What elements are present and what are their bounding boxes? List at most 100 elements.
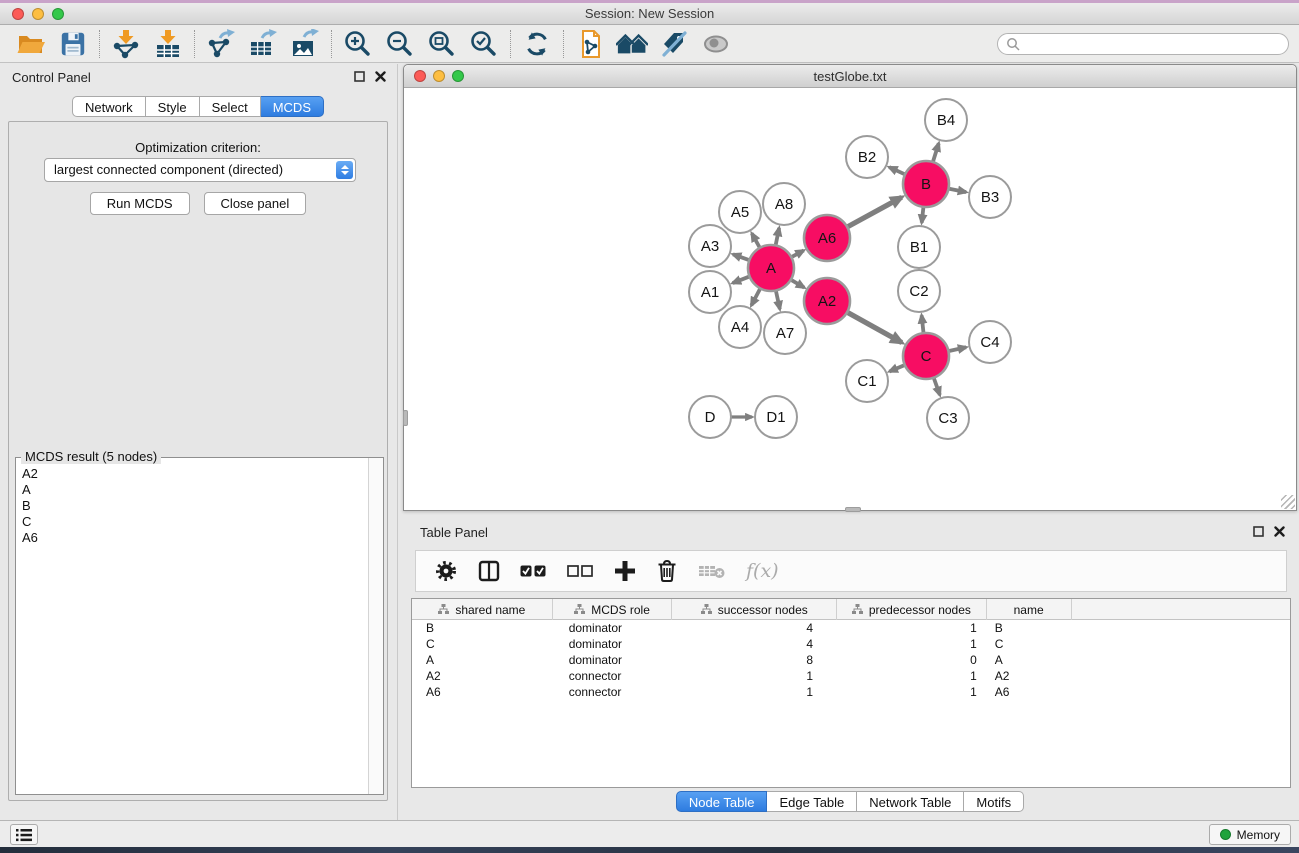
zoom-window-button[interactable] — [52, 8, 64, 20]
column-header-shared-name[interactable]: shared name — [412, 599, 553, 620]
table-cell[interactable]: C — [987, 636, 1072, 652]
table-cell[interactable]: B — [412, 620, 553, 636]
table-cell[interactable]: 4 — [672, 620, 837, 636]
column-header-empty[interactable] — [1072, 599, 1291, 620]
table-cell[interactable]: dominator — [553, 620, 673, 636]
first-neighbors-icon[interactable] — [611, 27, 653, 61]
close-panel-icon[interactable] — [1274, 526, 1285, 537]
graph-node-C4[interactable]: C4 — [969, 321, 1011, 363]
tab-style[interactable]: Style — [146, 96, 200, 117]
table-cell[interactable] — [1072, 684, 1290, 700]
network-close-button[interactable] — [414, 70, 426, 82]
table-cell[interactable]: A6 — [987, 684, 1072, 700]
tab-network-table[interactable]: Network Table — [857, 791, 964, 812]
add-column-icon[interactable] — [614, 560, 636, 582]
tab-select[interactable]: Select — [200, 96, 261, 117]
column-header-successor-nodes[interactable]: successor nodes — [672, 599, 837, 620]
graph-node-A[interactable]: A — [748, 245, 794, 291]
graph-node-A4[interactable]: A4 — [719, 306, 761, 348]
graph-edge-C-C4[interactable] — [948, 347, 966, 351]
graph-edge-A-A1[interactable] — [733, 276, 750, 283]
table-cell[interactable]: 4 — [672, 636, 837, 652]
graph-node-A2[interactable]: A2 — [804, 278, 850, 324]
graph-node-C2[interactable]: C2 — [898, 270, 940, 312]
toggle-panel-icon[interactable] — [478, 560, 500, 582]
table-cell[interactable] — [1072, 652, 1290, 668]
graph-edge-A-A7[interactable] — [776, 290, 780, 309]
graph-node-A6[interactable]: A6 — [804, 215, 850, 261]
graph-node-B3[interactable]: B3 — [969, 176, 1011, 218]
table-cell[interactable]: 1 — [837, 684, 987, 700]
optimization-criterion-dropdown[interactable]: largest connected component (directed) — [44, 158, 356, 182]
tab-motifs[interactable]: Motifs — [964, 791, 1024, 812]
result-list-item[interactable]: A2 — [22, 466, 368, 482]
graph-edge-C-C1[interactable] — [889, 365, 904, 371]
graph-edge-C-C3[interactable] — [934, 378, 940, 395]
column-header-MCDS-role[interactable]: MCDS role — [553, 599, 673, 620]
table-row[interactable]: Adominator80A — [412, 652, 1290, 668]
import-network-icon[interactable] — [105, 27, 147, 61]
graph-node-A3[interactable]: A3 — [689, 225, 731, 267]
table-cell[interactable]: dominator — [553, 636, 673, 652]
close-panel-icon[interactable] — [375, 71, 386, 82]
zoom-fit-icon[interactable] — [421, 27, 463, 61]
export-table-icon[interactable] — [242, 27, 284, 61]
graph-node-B1[interactable]: B1 — [898, 226, 940, 268]
graph-edge-A-A6[interactable] — [791, 250, 803, 257]
network-titlebar[interactable]: testGlobe.txt — [404, 65, 1296, 88]
table-cell[interactable]: A2 — [412, 668, 553, 684]
zoom-selected-icon[interactable] — [463, 27, 505, 61]
result-list-item[interactable]: B — [22, 498, 368, 514]
table-cell[interactable] — [1072, 620, 1290, 636]
table-cell[interactable]: 8 — [672, 652, 837, 668]
table-cell[interactable]: connector — [553, 684, 673, 700]
table-cell[interactable]: dominator — [553, 652, 673, 668]
graph-edge-B-B1[interactable] — [922, 207, 924, 223]
table-row[interactable]: Bdominator41B — [412, 620, 1290, 636]
graph-edge-C-C2[interactable] — [922, 315, 924, 333]
graph-node-A5[interactable]: A5 — [719, 191, 761, 233]
new-network-from-selection-icon[interactable] — [569, 27, 611, 61]
close-window-button[interactable] — [12, 8, 24, 20]
function-builder-icon[interactable]: f(x) — [746, 560, 779, 582]
graph-node-D[interactable]: D — [689, 396, 731, 438]
memory-button[interactable]: Memory — [1209, 824, 1291, 845]
graph-edge-A6-B[interactable] — [847, 197, 902, 227]
graph-edge-B-B4[interactable] — [933, 143, 939, 162]
import-table-icon[interactable] — [147, 27, 189, 61]
vertical-scroll-nub[interactable] — [403, 410, 408, 426]
table-cell[interactable]: A2 — [987, 668, 1072, 684]
unselect-all-columns-icon[interactable] — [567, 564, 594, 578]
result-scrollbar[interactable] — [368, 458, 383, 794]
table-cell[interactable]: 1 — [837, 668, 987, 684]
tab-mcds[interactable]: MCDS — [261, 96, 324, 117]
table-cell[interactable]: C — [412, 636, 553, 652]
table-cell[interactable]: 1 — [837, 620, 987, 636]
graph-node-B[interactable]: B — [903, 161, 949, 207]
tab-network[interactable]: Network — [72, 96, 146, 117]
graph-node-C[interactable]: C — [903, 333, 949, 379]
save-session-icon[interactable] — [52, 27, 94, 61]
run-mcds-button[interactable]: Run MCDS — [90, 192, 190, 215]
graph-edge-B-B2[interactable] — [889, 167, 905, 174]
graph-node-C3[interactable]: C3 — [927, 397, 969, 439]
delete-table-icon[interactable] — [698, 562, 726, 580]
graph-edge-A-A3[interactable] — [733, 254, 749, 260]
panel-divider[interactable] — [397, 64, 398, 821]
result-list-item[interactable]: A6 — [22, 530, 368, 546]
task-history-button[interactable] — [10, 824, 38, 845]
table-cell[interactable]: 1 — [672, 684, 837, 700]
column-settings-icon[interactable] — [434, 559, 458, 583]
mcds-result-list[interactable]: A2ABCA6 — [16, 458, 368, 794]
hide-labels-icon[interactable] — [653, 27, 695, 61]
refresh-icon[interactable] — [516, 27, 558, 61]
table-row[interactable]: A6connector11A6 — [412, 684, 1290, 700]
graph-edge-A-A2[interactable] — [791, 280, 804, 288]
delete-columns-icon[interactable] — [656, 559, 678, 583]
node-table[interactable]: shared nameMCDS rolesuccessor nodesprede… — [411, 598, 1291, 788]
network-zoom-button[interactable] — [452, 70, 464, 82]
main-titlebar[interactable]: Session: New Session — [0, 3, 1299, 25]
table-cell[interactable]: A — [987, 652, 1072, 668]
table-cell[interactable] — [1072, 636, 1290, 652]
table-cell[interactable]: A — [412, 652, 553, 668]
